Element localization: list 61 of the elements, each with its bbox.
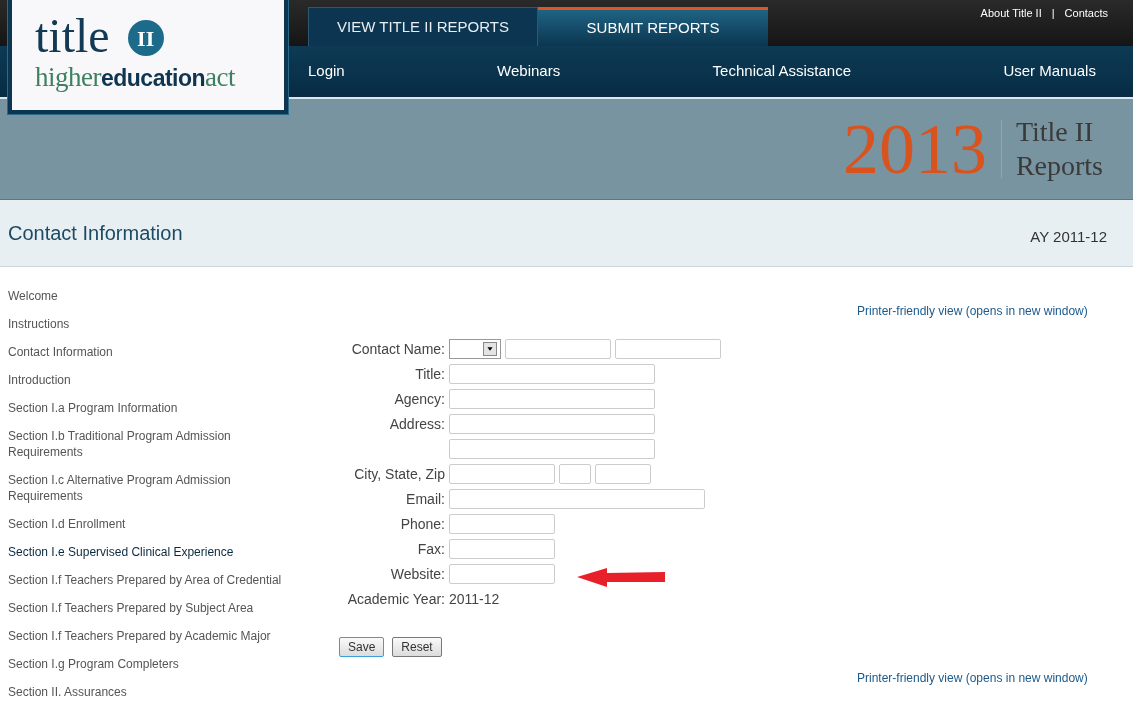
text-field[interactable] <box>559 464 591 484</box>
field-label: Agency: <box>394 389 445 409</box>
text-field[interactable] <box>449 439 655 459</box>
text-field[interactable] <box>449 389 655 409</box>
nav-link[interactable]: Login <box>308 60 345 83</box>
text-field[interactable] <box>449 514 555 534</box>
logo[interactable]: title II highereducationact <box>8 0 288 114</box>
academic-year-label: AY 2011-12 <box>1030 226 1107 247</box>
form-button[interactable]: Reset <box>392 637 442 657</box>
field-label: Website: <box>390 564 445 584</box>
text-field[interactable] <box>449 414 655 434</box>
logo-badge: II <box>127 20 164 56</box>
header-link[interactable]: Contacts <box>1064 5 1108 22</box>
sidebar-link[interactable]: Section I.f Teachers Prepared by Academic Major <box>8 628 290 644</box>
field-label: Contact Name: <box>351 339 445 359</box>
sidebar-link[interactable]: Welcome <box>8 288 290 304</box>
printer-friendly-link[interactable]: Printer-friendly view (opens in new window) <box>857 669 1088 687</box>
nav-link[interactable]: Technical Assistance <box>712 60 851 83</box>
banner-year: 2013 <box>842 113 987 185</box>
sidebar-link[interactable]: Section I.e Supervised Clinical Experience <box>8 544 290 560</box>
logo-title: title <box>35 10 110 62</box>
banner-title: Reports <box>1015 149 1103 183</box>
sidebar-link[interactable]: Section I.d Enrollment <box>8 516 290 532</box>
sidebar-link[interactable]: Instructions <box>8 316 290 332</box>
nav-link[interactable]: Webinars <box>497 60 561 83</box>
field-label: Academic Year: <box>347 589 445 609</box>
header-link[interactable]: About Title II <box>980 5 1042 22</box>
sidebar-link[interactable]: Section I.a Program Information <box>8 400 290 416</box>
sidebar-link[interactable]: Section I.f Teachers Prepared by Subject Area <box>8 600 290 616</box>
field-label: Email: <box>406 489 445 509</box>
sidebar-link[interactable]: Section II. Assurances <box>8 684 290 700</box>
select-field[interactable] <box>449 339 501 359</box>
banner-title: Title II <box>1015 115 1095 149</box>
text-field[interactable] <box>615 339 721 359</box>
text-field[interactable] <box>505 339 611 359</box>
logo-tagline: highereducationact <box>35 62 237 93</box>
sidebar-link[interactable]: Section I.g Program Completers <box>8 656 290 672</box>
form-button[interactable]: Save <box>339 637 385 657</box>
text-field[interactable] <box>449 489 705 509</box>
nav-tab[interactable]: VIEW TITLE II REPORTS <box>308 7 538 46</box>
field-value: 2011-12 <box>449 589 500 609</box>
text-field[interactable] <box>449 539 555 559</box>
field-label: Address: <box>389 414 445 434</box>
field-label: Title: <box>415 364 445 384</box>
field-label: Phone: <box>400 514 445 534</box>
link-separator: | <box>1051 6 1055 21</box>
sidebar-link[interactable]: Section I.c Alternative Program Admission Requirements <box>8 472 290 504</box>
text-field[interactable] <box>449 464 555 484</box>
nav-link[interactable]: User Manuals <box>1003 60 1096 83</box>
field-label: City, State, Zip <box>354 464 445 484</box>
text-field[interactable] <box>449 564 555 584</box>
page-title: Contact Information <box>8 221 183 246</box>
text-field[interactable] <box>449 364 655 384</box>
sidebar-link[interactable]: Section I.f Teachers Prepared by Area of Credential <box>8 572 290 588</box>
printer-friendly-link[interactable]: Printer-friendly view (opens in new window) <box>857 302 1088 320</box>
nav-tab[interactable]: SUBMIT REPORTS <box>538 7 768 46</box>
sidebar-link[interactable]: Section I.b Traditional Program Admission Requirements <box>8 428 290 460</box>
sidebar-link[interactable]: Introduction <box>8 372 290 388</box>
text-field[interactable] <box>595 464 651 484</box>
sidebar-link[interactable]: Contact Information <box>8 344 290 360</box>
field-label: Fax: <box>417 539 445 559</box>
